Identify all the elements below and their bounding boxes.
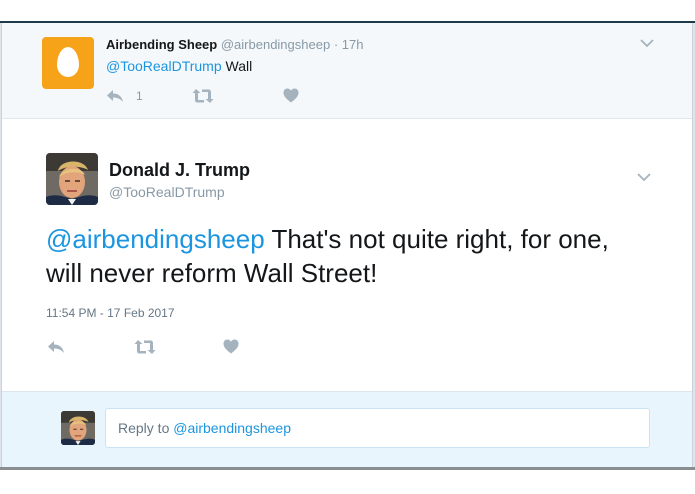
reply-icon[interactable] [106, 88, 124, 104]
tweet-body: Wall [225, 58, 253, 74]
parent-tweet[interactable]: Airbending Sheep @airbendingsheep · 17h … [2, 23, 692, 119]
parent-tweet-text: @TooRealDTrump Wall [106, 58, 252, 74]
reply-icon[interactable] [47, 339, 65, 355]
chevron-down-icon[interactable] [637, 173, 651, 182]
heart-icon[interactable] [283, 88, 299, 103]
retweet-icon[interactable] [134, 339, 156, 355]
reply-count: 1 [136, 89, 143, 103]
tweet-dialog-frame: Airbending Sheep @airbendingsheep · 17h … [0, 21, 695, 470]
avatar[interactable] [42, 37, 94, 89]
parent-tweet-header: Airbending Sheep @airbendingsheep · 17h [106, 37, 364, 52]
mention-link[interactable]: @airbendingsheep [46, 224, 265, 254]
avatar [61, 411, 95, 445]
avatar-image [61, 411, 95, 445]
author-name[interactable]: Airbending Sheep [106, 37, 217, 52]
tweet-card: Airbending Sheep @airbendingsheep · 17h … [1, 23, 693, 467]
author-handle[interactable]: @TooRealDTrump [109, 184, 225, 200]
parent-action-bar: 1 [106, 87, 326, 105]
mention-link[interactable]: @TooRealDTrump [106, 58, 222, 74]
timestamp[interactable]: 17h [342, 37, 364, 52]
heart-icon[interactable] [223, 339, 239, 354]
author-name[interactable]: Donald J. Trump [109, 160, 250, 181]
avatar[interactable] [46, 153, 98, 205]
chevron-down-icon[interactable] [640, 39, 654, 48]
author-handle[interactable]: @airbendingsheep [221, 37, 330, 52]
avatar-image [46, 153, 98, 205]
tweet-text: @airbendingsheep That's not quite right,… [46, 222, 646, 290]
tweet-timestamp[interactable]: 11:54 PM - 17 Feb 2017 [46, 306, 175, 320]
time-separator: · [333, 37, 339, 52]
reply-placeholder-prefix: Reply to [118, 420, 170, 436]
egg-icon [57, 47, 79, 77]
reply-input[interactable]: Reply to @airbendingsheep [105, 408, 650, 448]
retweet-icon[interactable] [192, 88, 214, 104]
reply-placeholder-mention: @airbendingsheep [173, 420, 291, 436]
main-action-bar [46, 338, 266, 358]
